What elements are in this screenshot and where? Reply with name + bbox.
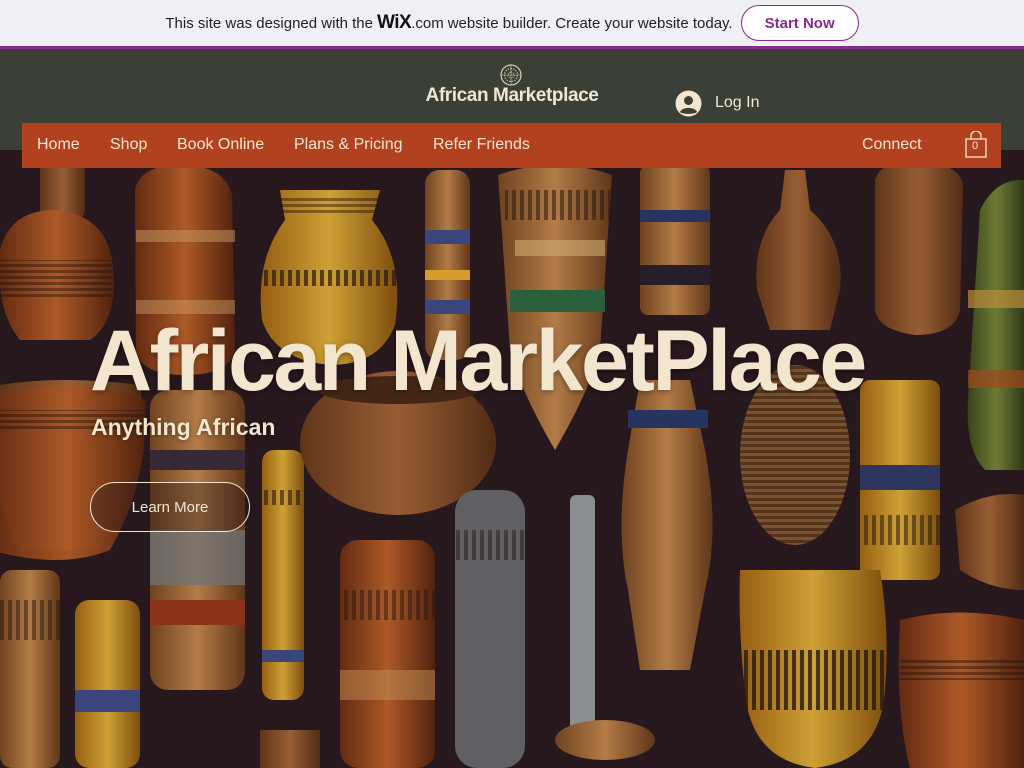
nav-item-book-online[interactable]: Book Online	[177, 136, 264, 154]
site-title[interactable]: African Marketplace	[412, 85, 612, 107]
nav-item-plans-pricing[interactable]: Plans & Pricing	[294, 136, 403, 154]
globe-logo-icon[interactable]	[500, 64, 522, 86]
nav-item-refer-friends[interactable]: Refer Friends	[433, 136, 530, 154]
nav-item-home[interactable]: Home	[37, 136, 80, 154]
wix-logo-suffix: .com	[411, 15, 444, 32]
wix-banner-text-before: This site was designed with the	[165, 15, 373, 32]
nav-item-shop[interactable]: Shop	[110, 136, 147, 154]
cart-button[interactable]: 0	[964, 130, 988, 159]
pottery-background-image	[0, 150, 1024, 768]
start-now-button[interactable]: Start Now	[740, 5, 859, 41]
hero-title: African MarketPlace	[90, 313, 867, 409]
wix-logo: WiX	[376, 12, 412, 33]
wix-banner-message: This site was designed with the WiX .com …	[165, 12, 732, 34]
login-label: Log In	[715, 94, 760, 111]
cart-count: 0	[971, 140, 979, 152]
login-button[interactable]: Log In	[675, 88, 759, 118]
account-icon	[675, 90, 702, 116]
nav-item-connect[interactable]: Connect	[862, 136, 922, 154]
main-nav: Home Shop Book Online Plans & Pricing Re…	[22, 123, 1001, 168]
learn-more-button[interactable]: Learn More	[90, 482, 250, 532]
hero-section: African MarketPlace Anything African Lea…	[0, 150, 1024, 768]
hero-subtitle: Anything African	[91, 414, 276, 440]
wix-banner-text-after: website builder. Create your website tod…	[447, 15, 733, 32]
wix-promo-banner: This site was designed with the WiX .com …	[0, 0, 1024, 49]
